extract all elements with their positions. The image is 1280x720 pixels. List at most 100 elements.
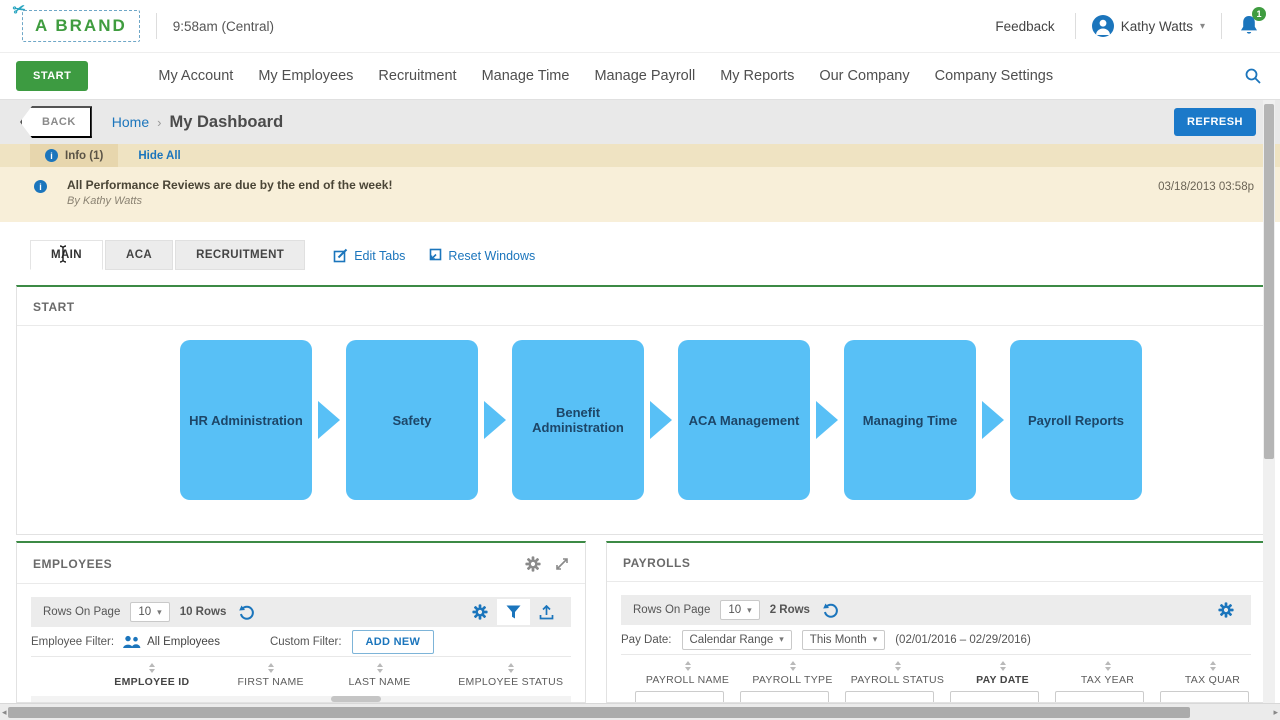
scrollbar-thumb[interactable] [331, 696, 381, 702]
flow-step-aca-management[interactable]: ACA Management [678, 340, 810, 500]
column-payroll-status[interactable]: PAYROLL STATUS [845, 661, 950, 686]
sort-icon[interactable] [1000, 661, 1006, 671]
edit-tabs-button[interactable]: Edit Tabs [333, 248, 405, 263]
reset-windows-label: Reset Windows [448, 249, 535, 263]
column-employee-status[interactable]: EMPLOYEE STATUS [437, 663, 586, 688]
arrow-right-icon [318, 401, 340, 439]
sort-icon[interactable] [377, 663, 383, 673]
column-last-name[interactable]: LAST NAME [323, 663, 437, 688]
range-type-select[interactable]: Calendar Range ▾ [682, 630, 792, 650]
feedback-link[interactable]: Feedback [995, 19, 1054, 34]
sort-icon[interactable] [790, 661, 796, 671]
payrolls-panel-title: PAYROLLS [623, 556, 690, 570]
sort-icon[interactable] [149, 663, 155, 673]
start-button[interactable]: START [16, 61, 88, 91]
reset-icon [427, 248, 442, 263]
column-filter-input[interactable] [740, 691, 829, 703]
column-pay-date[interactable]: PAY DATE [950, 661, 1055, 686]
scissors-icon: ✂ [11, 0, 30, 20]
tab-recruitment[interactable]: RECRUITMENT [175, 240, 305, 270]
column-tax-year[interactable]: TAX YEAR [1055, 661, 1160, 686]
chevron-down-icon: ▾ [1200, 21, 1205, 32]
employees-horizontal-scrollbar[interactable] [31, 696, 571, 702]
user-menu[interactable]: Kathy Watts ▾ [1092, 15, 1205, 37]
sort-icon[interactable] [268, 663, 274, 673]
refresh-icon[interactable] [822, 602, 839, 619]
flow-step-payroll-reports[interactable]: Payroll Reports [1010, 340, 1142, 500]
sort-icon[interactable] [685, 661, 691, 671]
sort-icon[interactable] [895, 661, 901, 671]
arrow-right-icon [982, 401, 1004, 439]
search-button[interactable] [1244, 67, 1262, 85]
payrolls-panel: PAYROLLS Rows On Page 10 ▾ 2 Rows [606, 541, 1266, 703]
nav-item-our-company[interactable]: Our Company [819, 68, 909, 84]
chevron-down-icon: ▾ [779, 634, 784, 645]
column-first-name[interactable]: FIRST NAME [219, 663, 323, 688]
column-filter-input[interactable] [635, 691, 724, 703]
nav-item-recruitment[interactable]: Recruitment [378, 68, 456, 84]
column-filter-input[interactable] [950, 691, 1039, 703]
filter-button[interactable] [497, 599, 530, 625]
nav-item-my-reports[interactable]: My Reports [720, 68, 794, 84]
period-value: This Month [810, 634, 867, 646]
flow-step-benefit-administration[interactable]: Benefit Administration [512, 340, 644, 500]
alert-message: All Performance Reviews are due by the e… [67, 178, 392, 192]
column-label: PAYROLL STATUS [851, 674, 944, 686]
info-tab[interactable]: i Info (1) [30, 144, 118, 167]
add-new-filter-button[interactable]: ADD NEW [352, 630, 435, 654]
vertical-scrollbar[interactable] [1263, 100, 1275, 703]
column-filter-input[interactable] [1055, 691, 1144, 703]
breadcrumb-home[interactable]: Home [112, 114, 149, 130]
nav-item-manage-payroll[interactable]: Manage Payroll [594, 68, 695, 84]
flow-step-managing-time[interactable]: Managing Time [844, 340, 976, 500]
flow-step-hr-administration[interactable]: HR Administration [180, 340, 312, 500]
nav-item-my-employees[interactable]: My Employees [258, 68, 353, 84]
rows-per-page-select[interactable]: 10 ▾ [720, 600, 759, 620]
refresh-icon[interactable] [238, 604, 255, 621]
employee-filter-value[interactable]: All Employees [147, 636, 220, 648]
expand-icon[interactable] [555, 557, 569, 571]
column-label: FIRST NAME [237, 676, 303, 688]
start-panel: START HR Administration Safety Benefit A… [16, 285, 1266, 535]
rows-per-page-value: 10 [138, 606, 151, 618]
nav-item-my-account[interactable]: My Account [158, 68, 233, 84]
sort-icon[interactable] [508, 663, 514, 673]
reset-windows-button[interactable]: Reset Windows [427, 248, 535, 263]
flow-step-safety[interactable]: Safety [346, 340, 478, 500]
column-payroll-name[interactable]: PAYROLL NAME [635, 661, 740, 686]
column-filter-input[interactable] [845, 691, 934, 703]
arrow-right-icon [816, 401, 838, 439]
rows-per-page-value: 10 [728, 604, 741, 616]
refresh-button[interactable]: REFRESH [1174, 108, 1256, 136]
nav-item-manage-time[interactable]: Manage Time [482, 68, 570, 84]
hide-all-link[interactable]: Hide All [138, 144, 180, 167]
user-avatar-icon [1092, 15, 1114, 37]
notifications-button[interactable]: 1 [1238, 14, 1260, 38]
payrolls-toolbar: Rows On Page 10 ▾ 2 Rows [621, 595, 1251, 625]
column-filter-input[interactable] [1160, 691, 1249, 703]
pay-date-label: Pay Date: [621, 634, 672, 646]
nav-item-company-settings[interactable]: Company Settings [935, 68, 1053, 84]
column-label: PAY DATE [976, 674, 1029, 686]
column-tax-quarter[interactable]: TAX QUAR [1160, 661, 1265, 686]
scrollbar-thumb[interactable] [1264, 104, 1274, 459]
gear-icon[interactable] [525, 556, 541, 572]
grid-settings-button[interactable] [463, 598, 497, 626]
column-employee-id[interactable]: EMPLOYEE ID [85, 663, 219, 688]
scrollbar-thumb[interactable] [8, 707, 1190, 718]
horizontal-scrollbar[interactable]: ◂ ▸ [0, 703, 1280, 720]
sort-icon[interactable] [1210, 661, 1216, 671]
export-button[interactable] [530, 599, 563, 626]
tab-aca[interactable]: ACA [105, 240, 173, 270]
scroll-left-arrow[interactable]: ◂ [2, 707, 7, 718]
sort-icon[interactable] [1105, 661, 1111, 671]
scroll-right-arrow[interactable]: ▸ [1273, 707, 1278, 718]
brand-logo[interactable]: ✂ A BRAND [22, 10, 140, 42]
rows-per-page-select[interactable]: 10 ▾ [130, 602, 169, 622]
tab-main[interactable]: MAIN [30, 240, 103, 270]
grid-settings-button[interactable] [1209, 596, 1243, 624]
back-button[interactable]: BACK [20, 106, 92, 138]
period-select[interactable]: This Month ▾ [802, 630, 885, 650]
column-payroll-type[interactable]: PAYROLL TYPE [740, 661, 845, 686]
custom-filter-label: Custom Filter: [270, 636, 342, 648]
